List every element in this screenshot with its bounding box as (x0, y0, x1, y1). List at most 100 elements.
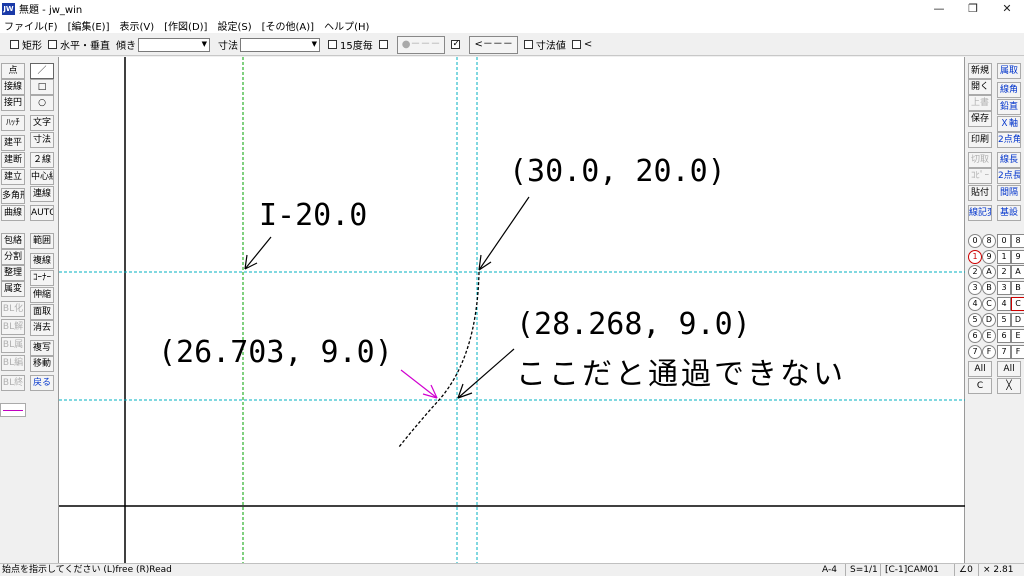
layer-group-c[interactable]: C (982, 297, 996, 311)
tool-elevation[interactable]: 建立 (1, 169, 25, 185)
menu-file[interactable]: ファイル(F) (4, 18, 58, 33)
point-checkbox[interactable] (378, 40, 391, 49)
arrow-checkbox[interactable] (451, 38, 463, 50)
layer-a[interactable]: A (1011, 265, 1024, 279)
btn-base-set[interactable]: 基設 (997, 205, 1021, 221)
tool-section[interactable]: 建断 (1, 152, 25, 168)
btn-open[interactable]: 開く (968, 79, 992, 95)
layer-c[interactable]: C (1011, 297, 1024, 311)
layer-f[interactable]: F (1011, 345, 1024, 359)
status-angle[interactable]: ∠0 (954, 564, 973, 576)
menu-draw[interactable]: [作図(D)] (164, 18, 207, 33)
tool-circle[interactable]: ○ (30, 95, 54, 111)
btn-spacing[interactable]: 間隔 (997, 185, 1021, 201)
layer-group-d[interactable]: D (982, 313, 996, 327)
tool-attr-change[interactable]: 属変 (1, 281, 25, 297)
rect-checkbox[interactable]: 矩形 (10, 37, 42, 52)
btn-save[interactable]: 保存 (968, 111, 992, 127)
tool-chamfer[interactable]: 面取 (30, 304, 54, 320)
deg15-checkbox[interactable]: 15度毎 (328, 37, 373, 52)
menu-view[interactable]: 表示(V) (120, 18, 155, 33)
tool-double-line[interactable]: ２線 (30, 152, 54, 168)
tool-undo[interactable]: 戻る (30, 375, 54, 391)
status-zoom[interactable]: × 2.81 (978, 564, 1013, 576)
tool-tangent-circle[interactable]: 接円 (1, 95, 25, 111)
status-paper-size[interactable]: A-4 (818, 564, 837, 576)
btn-print[interactable]: 印刷 (968, 132, 992, 148)
layer-x-button[interactable]: ╳ (997, 378, 1021, 394)
btn-2pt-angle[interactable]: 2点角 (997, 132, 1021, 148)
tool-organize[interactable]: 整理 (1, 265, 25, 281)
tool-bl-attr[interactable]: BL属 (1, 337, 25, 353)
tool-polygon[interactable]: 多角形 (1, 188, 25, 204)
point-start-button[interactable]: ●－－－ (396, 35, 446, 54)
layer-9[interactable]: 9 (1011, 250, 1024, 264)
btn-vertical[interactable]: 鉛直 (997, 99, 1021, 115)
tool-tangent[interactable]: 接線 (1, 79, 25, 95)
tool-auto[interactable]: AUTO (30, 205, 54, 221)
status-scale[interactable]: S=1/1 (845, 564, 878, 576)
layer-1[interactable]: 1 (997, 250, 1011, 264)
arrow-start-button[interactable]: <－－－ (469, 35, 518, 54)
tool-dimension[interactable]: 寸法 (30, 132, 54, 148)
layer-c-button[interactable]: C (968, 378, 992, 394)
btn-overwrite[interactable]: 上書 (968, 95, 992, 111)
layer-group-5[interactable]: 5 (968, 313, 982, 327)
drawing-canvas[interactable]: I-20.0 (30.0, 20.0) (28.268, 9.0) (26.70… (58, 57, 966, 563)
layer-group-3[interactable]: 3 (968, 281, 982, 295)
btn-2pt-length[interactable]: 2点長 (997, 168, 1021, 184)
tool-erase[interactable]: 消去 (30, 320, 54, 336)
menu-edit[interactable]: [編集(E)] (68, 18, 110, 33)
btn-paste[interactable]: 貼付 (968, 185, 992, 201)
close-button[interactable]: ✕ (990, 0, 1024, 17)
tool-curve[interactable]: 曲線 (1, 205, 25, 221)
layer-7[interactable]: 7 (997, 345, 1011, 359)
lt-checkbox[interactable]: < (571, 39, 592, 50)
tool-point[interactable]: 点 (1, 63, 25, 79)
horiz-vert-checkbox[interactable]: 水平・垂直 (48, 37, 110, 52)
btn-new[interactable]: 新規 (968, 63, 992, 79)
btn-line-length[interactable]: 線長 (997, 152, 1021, 168)
layer-group-all-button[interactable]: All (968, 361, 992, 377)
status-layer[interactable]: [C-1]CAM01 (880, 564, 939, 576)
layer-group-a[interactable]: A (982, 265, 996, 279)
layer-2[interactable]: 2 (997, 265, 1011, 279)
layer-group-e[interactable]: E (982, 329, 996, 343)
menu-settings[interactable]: 設定(S) (217, 18, 251, 33)
layer-group-7[interactable]: 7 (968, 345, 982, 359)
btn-x-axis[interactable]: Ｘ軸 (997, 116, 1021, 132)
layer-group-f[interactable]: F (982, 345, 996, 359)
layer-4[interactable]: 4 (997, 297, 1011, 311)
tool-bl-end[interactable]: BL終 (1, 375, 25, 391)
dimval-checkbox[interactable]: 寸法値 (523, 37, 566, 52)
layer-group-b[interactable]: B (982, 281, 996, 295)
menu-other[interactable]: [その他(A)] (262, 18, 314, 33)
layer-group-4[interactable]: 4 (968, 297, 982, 311)
layer-0[interactable]: 0 (997, 234, 1011, 248)
btn-cut[interactable]: 切取 (968, 152, 992, 168)
btn-line-angle[interactable]: 線角 (997, 82, 1021, 98)
tool-divide[interactable]: 分割 (1, 249, 25, 265)
tool-hatch[interactable]: ﾊｯﾁ (1, 115, 25, 131)
line-type-sample[interactable] (0, 403, 26, 417)
tool-envelope[interactable]: 包絡 (1, 233, 25, 249)
layer-group-1[interactable]: 1 (968, 250, 982, 264)
layer-e[interactable]: E (1011, 329, 1024, 343)
btn-attr-get[interactable]: 属取 (997, 63, 1021, 79)
tool-connect-line[interactable]: 連線 (30, 186, 54, 202)
tool-bl-make[interactable]: BL化 (1, 301, 25, 317)
tool-plan[interactable]: 建平 (1, 135, 25, 151)
btn-copy[interactable]: ｺﾋﾟｰ (968, 168, 992, 184)
layer-d[interactable]: D (1011, 313, 1024, 327)
tool-text[interactable]: 文字 (30, 115, 54, 131)
tool-extend[interactable]: 伸縮 (30, 287, 54, 303)
tool-bl-edit[interactable]: BL編 (1, 355, 25, 371)
tool-move[interactable]: 移動 (30, 356, 54, 372)
minimize-button[interactable]: — (922, 0, 956, 17)
maximize-button[interactable]: ❐ (956, 0, 990, 17)
tool-line[interactable]: ／ (30, 63, 54, 79)
layer-8[interactable]: 8 (1011, 234, 1024, 248)
tool-corner[interactable]: ｺｰﾅｰ (30, 270, 54, 286)
layer-group-2[interactable]: 2 (968, 265, 982, 279)
layer-b[interactable]: B (1011, 281, 1024, 295)
